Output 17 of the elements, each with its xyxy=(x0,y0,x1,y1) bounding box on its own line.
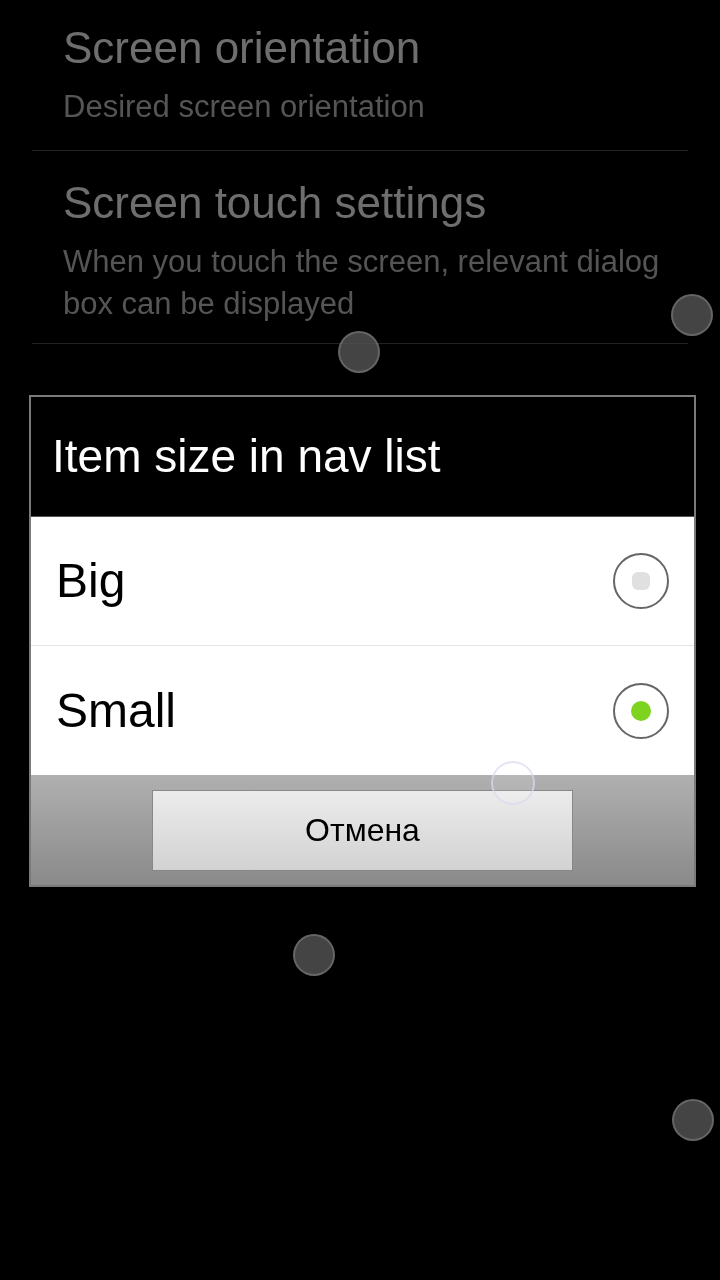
touch-point-icon xyxy=(491,761,535,805)
touch-point-icon xyxy=(672,1099,714,1141)
touch-point-icon xyxy=(338,331,380,373)
radio-button[interactable] xyxy=(613,553,669,609)
option-row[interactable]: Small xyxy=(31,646,694,775)
setting-title: Screen touch settings xyxy=(63,177,487,229)
option-label: Big xyxy=(56,553,126,609)
setting-description: Desired screen orientation xyxy=(63,88,426,126)
touch-point-icon xyxy=(671,294,713,336)
option-row[interactable]: Big xyxy=(31,517,694,646)
setting-title: Screen orientation xyxy=(63,22,421,74)
radio-button[interactable] xyxy=(613,682,669,739)
option-label: Small xyxy=(56,682,177,739)
touch-point-icon xyxy=(293,934,335,976)
cancel-button[interactable]: Отмена xyxy=(152,789,573,871)
setting-description: When you touch the screen, relevant dialog box can be displayed xyxy=(63,243,661,323)
dialog-title: Item size in nav list xyxy=(52,429,441,484)
